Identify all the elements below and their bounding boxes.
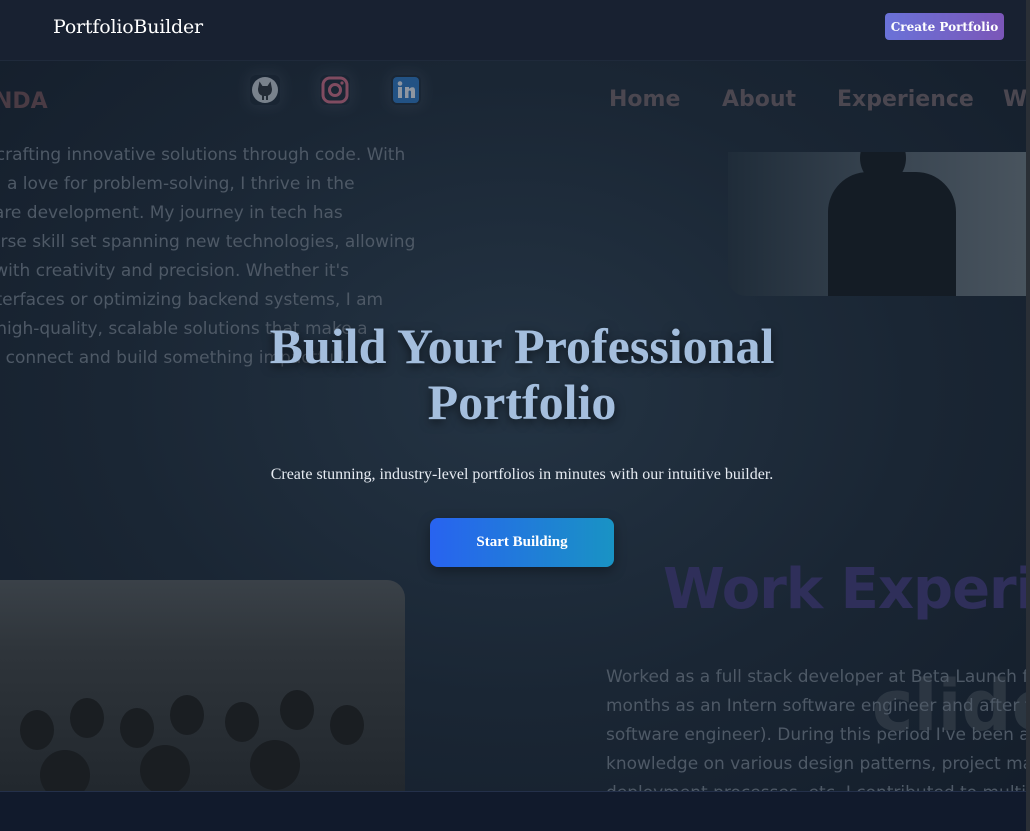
hero-title: Build Your Professional Portfolio xyxy=(222,318,822,430)
crowd-figure xyxy=(70,698,104,738)
about-line: o crafting innovative solutions through … xyxy=(0,145,406,165)
crowd-figure xyxy=(225,702,259,742)
preview-logo: NDA xyxy=(0,89,48,114)
preview-nav-experience: Experience xyxy=(837,87,974,112)
top-navbar: PortfolioBuilder Create Portfolio xyxy=(0,0,1030,61)
preview-work-title: Work Experi xyxy=(663,557,1030,622)
crowd-figure xyxy=(330,705,364,745)
preview-nav-work: W xyxy=(1003,87,1028,112)
github-icon xyxy=(250,75,280,105)
work-line: software engineer). During this period I… xyxy=(606,725,1030,745)
silhouette-body xyxy=(828,172,956,296)
instagram-icon xyxy=(320,75,350,105)
crowd-figure xyxy=(40,750,90,791)
brand-logo[interactable]: PortfolioBuilder xyxy=(53,16,203,38)
hero-title-line2: Portfolio xyxy=(427,374,617,430)
scrollbar[interactable] xyxy=(1026,0,1030,831)
work-line: months as an Intern software engineer an… xyxy=(606,696,1030,716)
preview-nav-about: About xyxy=(722,87,797,112)
work-line: deployment processes, etc. I contributed… xyxy=(606,779,1030,791)
start-building-button[interactable]: Start Building xyxy=(430,518,614,567)
profile-photo xyxy=(728,152,1030,296)
linkedin-icon xyxy=(391,75,421,105)
about-line: s with creativity and precision. Whether… xyxy=(0,261,350,281)
crowd-figure xyxy=(20,710,54,750)
create-portfolio-button[interactable]: Create Portfolio xyxy=(885,13,1004,40)
work-line: knowledge on various design patterns, pr… xyxy=(606,754,1030,774)
about-line: ware development. My journey in tech has xyxy=(0,203,343,223)
footer-bar xyxy=(0,791,1030,831)
about-line: verse skill set spanning new technologie… xyxy=(0,232,416,252)
crowd-figure xyxy=(280,690,314,730)
crowd-figure xyxy=(140,745,190,791)
work-line: Worked as a full stack developer at Beta… xyxy=(606,667,1030,687)
crowd-figure xyxy=(120,708,154,748)
about-line: interfaces or optimizing backend systems… xyxy=(0,290,384,310)
hero-subtitle: Create stunning, industry-level portfoli… xyxy=(270,466,774,483)
about-line: nd a love for problem-solving, I thrive … xyxy=(0,174,355,194)
preview-work-text: Worked as a full stack developer at Beta… xyxy=(606,663,1030,791)
group-photo xyxy=(0,580,405,791)
hero-title-line1: Build Your Professional xyxy=(269,318,775,374)
crowd-figure xyxy=(170,695,204,735)
preview-nav-home: Home xyxy=(609,87,681,112)
crowd-figure xyxy=(250,740,300,790)
